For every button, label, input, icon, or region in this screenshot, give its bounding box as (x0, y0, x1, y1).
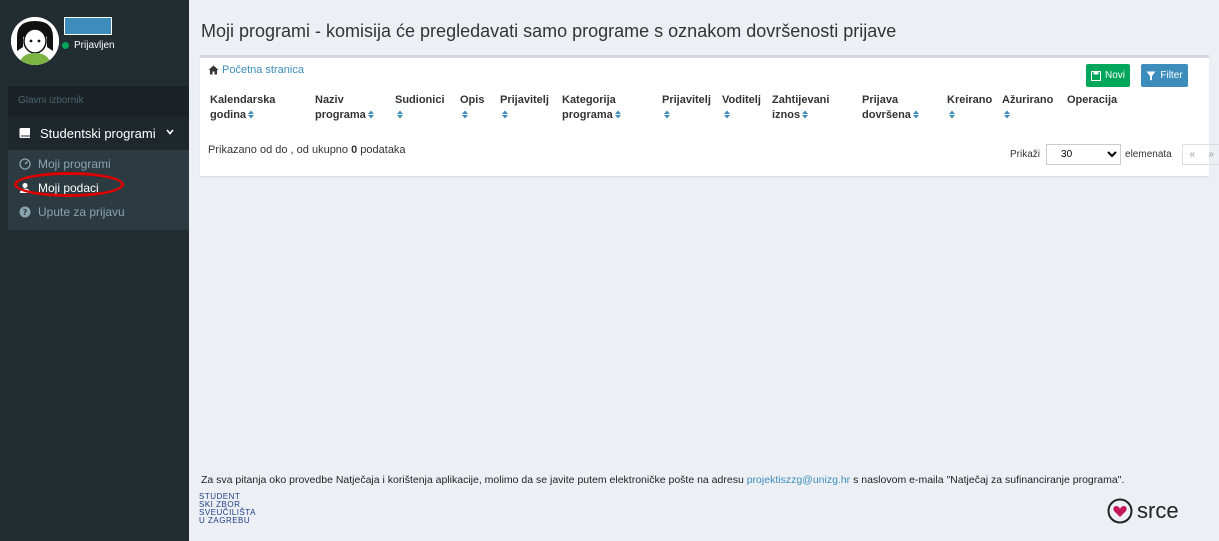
column-header-label: Opis (460, 94, 485, 106)
logo-line: U ZAGREBU (199, 516, 251, 525)
breadcrumb-home-link[interactable]: Početna stranica (222, 64, 304, 76)
breadcrumb[interactable]: Početna stranica (208, 64, 304, 76)
sort-icon[interactable] (397, 110, 403, 119)
sidebar-item-upute-za-prijavu[interactable]: ? Upute za prijavu (8, 200, 189, 224)
main-content: Moji programi - komisija će pregledavati… (189, 0, 1219, 541)
footer-text-after: s naslovom e-maila "Natječaj za sufinanc… (850, 474, 1125, 486)
home-icon (208, 65, 219, 75)
window-edge (0, 0, 8, 541)
sort-icon[interactable] (462, 110, 468, 119)
page-size-label: Prikaži (1010, 149, 1041, 160)
column-header-label: godina (210, 109, 247, 121)
sort-icon[interactable] (949, 110, 955, 119)
sort-icon[interactable] (912, 110, 919, 119)
column-header-label: dovršena (862, 109, 911, 121)
sidebar-section-label: Studentski programi (40, 125, 156, 141)
book-icon (19, 128, 30, 138)
column-header[interactable]: Kreirano (943, 93, 998, 123)
footer-text-before: Za sva pitanja oko provedbe Natječaja i … (201, 474, 747, 486)
filter-button-label: Filter (1160, 70, 1183, 81)
column-header-label: Zahtijevani (772, 94, 830, 106)
column-header[interactable]: Kalendarska godina (206, 93, 311, 123)
dashboard-icon (19, 158, 31, 170)
user-panel: Prijavljen (8, 0, 189, 86)
column-header-label: programa (562, 109, 613, 121)
table-info-suffix: podataka (357, 144, 406, 156)
page-size-suffix: elemenata (1125, 149, 1172, 160)
highlight-annotation (14, 172, 124, 197)
pager-buttons: « » (1181, 144, 1219, 165)
pagination: Prikaži 30 elemenata « » (1010, 144, 1219, 165)
srce-logo-text: srce (1137, 498, 1179, 523)
sort-icon[interactable] (802, 110, 809, 119)
column-header[interactable]: Kategorija programa (558, 93, 658, 123)
table-info: Prikazano od do , od ukupno 0 podataka (208, 144, 406, 156)
column-header[interactable]: Ažurirano (998, 93, 1063, 123)
filter-icon (1146, 71, 1156, 80)
svg-text:?: ? (23, 208, 28, 217)
save-icon (1090, 70, 1101, 81)
column-header-label: Prijava (862, 94, 899, 106)
sidebar-item-label: Upute za prijavu (38, 205, 125, 219)
online-dot-icon (62, 42, 69, 49)
chevron-down-icon (166, 129, 174, 135)
column-header[interactable]: Naziv programa (311, 93, 391, 123)
srce-heart-icon (1107, 498, 1133, 524)
column-header-label: Kalendarska (210, 94, 276, 106)
column-header-label: programa (315, 109, 366, 121)
new-button[interactable]: Novi (1086, 64, 1130, 87)
sort-icon[interactable] (367, 110, 374, 119)
column-header[interactable]: Operacija (1063, 93, 1123, 123)
filter-button[interactable]: Filter (1141, 64, 1188, 87)
column-header-label: Kreirano (947, 94, 993, 106)
new-button-label: Novi (1104, 70, 1125, 81)
avatar (11, 17, 59, 65)
column-header[interactable]: Prijava dovršena (858, 93, 943, 123)
user-status: Prijavljen (62, 40, 115, 51)
page-size-select[interactable]: 30 (1046, 144, 1122, 165)
user-status-label: Prijavljen (74, 40, 115, 51)
sidebar-item-moji-programi[interactable]: Moji programi (8, 152, 189, 176)
sidebar: Prijavljen Glavni izbornik Studentski pr… (8, 0, 189, 541)
user-name (64, 17, 112, 35)
next-page-button[interactable]: » (1208, 149, 1214, 160)
table-header-row: Kalendarska godina Naziv programa Sudionici O… (206, 93, 1123, 123)
page-title: Moji programi - komisija će pregledavati… (201, 21, 897, 41)
sort-icon[interactable] (724, 110, 730, 119)
previous-page-button[interactable]: « (1189, 149, 1195, 160)
column-header-label: Naziv (315, 94, 344, 106)
sort-icon[interactable] (614, 110, 621, 119)
menu-header: Glavni izbornik (8, 86, 189, 116)
table-info-prefix: Prikazano od do , od ukupno (208, 144, 352, 156)
column-header[interactable]: Zahtijevani iznos (768, 93, 858, 123)
column-header[interactable]: Prijavitelj (658, 93, 718, 123)
question-circle-icon: ? (19, 206, 31, 218)
column-header[interactable]: Opis (456, 93, 496, 123)
sidebar-item-label: Moji programi (38, 157, 111, 171)
footer-contact-text: Za sva pitanja oko provedbe Natječaja i … (201, 474, 1124, 486)
programs-box: Početna stranica Novi Filter Kalendarska… (200, 55, 1219, 176)
studentski-zbor-logo: STUDENT SKI ZBOR SVEUČILIŠTA U ZAGREBU (199, 493, 269, 535)
column-header-label: Sudionici (395, 94, 445, 106)
column-header-label: Prijavitelj (662, 94, 711, 106)
column-header-label: Voditelj (722, 94, 761, 106)
column-header-label: Prijavitelj (500, 94, 549, 106)
column-header-label: Ažurirano (1002, 94, 1054, 106)
srce-logo: srce (1107, 498, 1179, 524)
sort-icon[interactable] (248, 110, 255, 119)
footer-email-link[interactable]: projektiszzg@unizg.hr (747, 474, 850, 486)
sidebar-section-studentski-programi[interactable]: Studentski programi (8, 116, 189, 150)
sort-icon[interactable] (664, 110, 670, 119)
sort-icon[interactable] (1004, 110, 1010, 119)
sort-icon[interactable] (502, 110, 508, 119)
column-header-label: Kategorija (562, 94, 616, 106)
column-header[interactable]: Sudionici (391, 93, 456, 123)
column-header-label: iznos (772, 109, 801, 121)
column-header-label: Operacija (1067, 94, 1118, 106)
programs-table: Kalendarska godina Naziv programa Sudionici O… (206, 93, 1123, 123)
column-header[interactable]: Voditelj (718, 93, 768, 123)
column-header[interactable]: Prijavitelj (496, 93, 558, 123)
